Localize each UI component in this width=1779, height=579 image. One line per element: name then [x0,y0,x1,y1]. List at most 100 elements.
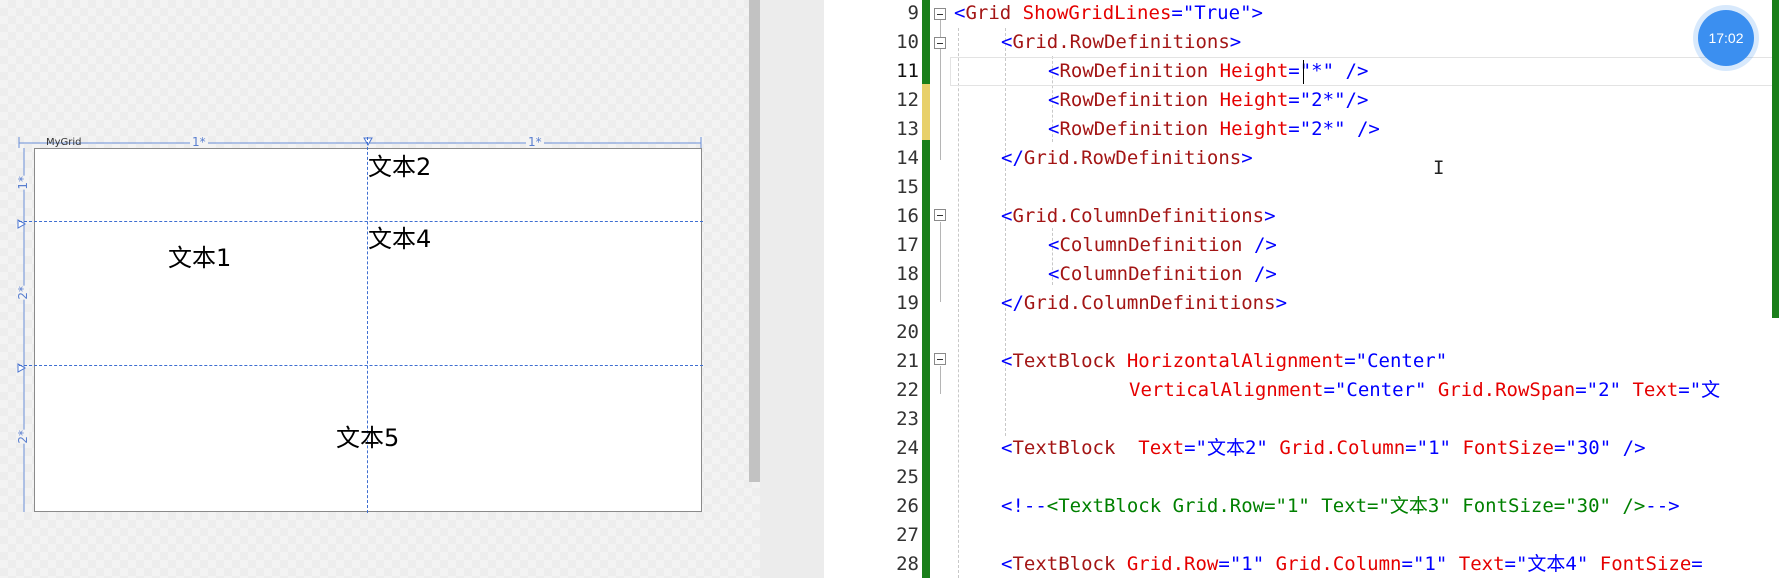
code-token: Height [1219,89,1289,111]
code-token: " [1256,437,1268,459]
code-token: " [1252,553,1265,575]
code-token: " [1415,379,1427,401]
code-line[interactable]: </Grid.RowDefinitions> [954,144,1779,173]
row-rail-lines [17,148,27,512]
code-token: Text [1138,437,1185,459]
code-token: True [1194,2,1241,24]
code-token: * [1311,60,1323,82]
cell-text-5[interactable]: 文本5 [336,424,399,452]
code-line[interactable]: <!--<TextBlock Grid.Row="1" Text="文本3" F… [954,492,1779,521]
code-token: /> [1253,263,1277,285]
code-token: Center [1346,379,1416,401]
code-token: Grid.ColumnDefinitions [1023,292,1276,314]
code-token: " [1299,60,1312,82]
code-line[interactable]: <Grid.RowDefinitions> [954,28,1779,57]
row-size-label-1: 1* [16,176,30,190]
column-size-rail[interactable]: 1* 1* [18,136,702,148]
code-token: /> [1622,437,1646,459]
ibeam-cursor-icon: I [1433,157,1445,179]
cell-text-1[interactable]: 文本1 [168,244,231,272]
code-token: = [1344,350,1356,372]
code-token: " [1435,350,1448,372]
fold-toggle-icon[interactable] [934,353,946,365]
cell-text-2[interactable]: 文本2 [368,153,431,181]
code-line[interactable]: </Grid.ColumnDefinitions> [954,289,1779,318]
code-token: FontSize [1462,437,1554,459]
line-number: 9 [907,2,919,24]
code-line[interactable]: <ColumnDefinition /> [954,231,1779,260]
code-token: " [1229,553,1242,575]
code-token: Grid.RowDefinitions [1023,147,1242,169]
code-line[interactable]: <RowDefinition Height="*" /> [954,57,1779,86]
code-line[interactable]: <Grid ShowGridLines="True"> [954,0,1774,28]
row-size-label-3: 2* [16,430,30,444]
code-token: = [1401,553,1413,575]
code-token: Grid.Row [1126,553,1219,575]
code-line[interactable] [954,463,1774,492]
code-token: " [1299,118,1312,140]
code-line[interactable] [954,405,1774,434]
code-line[interactable] [954,173,1774,202]
designer-scrollbar[interactable] [749,0,760,482]
designer-surface[interactable]: 1* 1* MyGrid 1* 2* 2* 文本1 文本2 文本4 文本5 [0,0,760,578]
code-line[interactable]: <Grid.ColumnDefinitions> [954,202,1779,231]
code-token: TextBlock [1012,437,1116,459]
code-token: < [1001,350,1013,372]
editor-scrollbar[interactable] [1772,0,1779,318]
splitter-gutter[interactable] [760,0,824,578]
line-number: 10 [896,31,919,53]
code-line[interactable]: <TextBlock HorizontalAlignment="Center" [954,347,1779,376]
line-number: 14 [896,147,919,169]
row-gridline-1 [19,221,703,222]
code-token: ShowGridLines [1022,2,1172,24]
grid-preview[interactable]: 文本1 文本2 文本4 文本5 [19,137,703,513]
code-line[interactable]: <ColumnDefinition /> [954,260,1779,289]
fold-range-line [940,222,941,302]
fold-toggle-icon[interactable] [934,37,946,49]
code-token: 1 [1428,437,1440,459]
code-line[interactable]: <RowDefinition Height="2*" /> [954,115,1779,144]
code-line[interactable]: VerticalAlignment="Center" Grid.RowSpan=… [954,376,1779,405]
code-line[interactable]: <TextBlock Grid.Row="1" Grid.Column="1" … [954,550,1779,579]
code-token: < [1001,205,1013,227]
floating-clock-badge[interactable]: 17:02 [1698,10,1754,66]
code-token: </ [1001,147,1024,169]
cell-text-4[interactable]: 文本4 [368,225,431,253]
xaml-editor[interactable]: 9 10 11 12 13 14 15 16 17 18 19 20 21 22 23 24 25 26 27 28 … [824,0,1779,578]
code-token: RowDefinition [1059,89,1209,111]
fold-toggle-icon[interactable] [934,209,946,221]
code-token: " [1689,379,1702,401]
code-token: " [1240,2,1252,24]
code-line[interactable] [954,521,1774,550]
code-token: " [1334,379,1347,401]
code-token: 2 [1598,379,1610,401]
code-token: = [1288,118,1300,140]
line-number: 15 [896,176,919,198]
line-number: 23 [896,408,919,430]
code-token: < [1048,263,1060,285]
fold-toggle-icon[interactable] [934,8,946,20]
line-number: 11 [896,60,919,82]
code-line[interactable] [954,318,1774,347]
code-token: = [1504,553,1516,575]
code-token: < [1048,60,1060,82]
code-token: > [1229,31,1242,53]
code-token: " [1565,437,1577,459]
code-token: Text [1632,379,1679,401]
code-token: = [1678,379,1690,401]
line-number: 28 [896,553,919,575]
code-token: --> [1645,495,1680,517]
code-line[interactable]: <TextBlock Text="文本2" Grid.Column="1" Fo… [954,434,1779,463]
row-size-rail[interactable]: 1* 2* 2* [16,148,31,512]
code-token: " [1322,60,1335,82]
code-token: /> [1345,60,1369,82]
code-token: = [1218,553,1230,575]
code-token: = [1575,379,1587,401]
code-line[interactable]: <RowDefinition Height="2*"/> [954,86,1779,115]
